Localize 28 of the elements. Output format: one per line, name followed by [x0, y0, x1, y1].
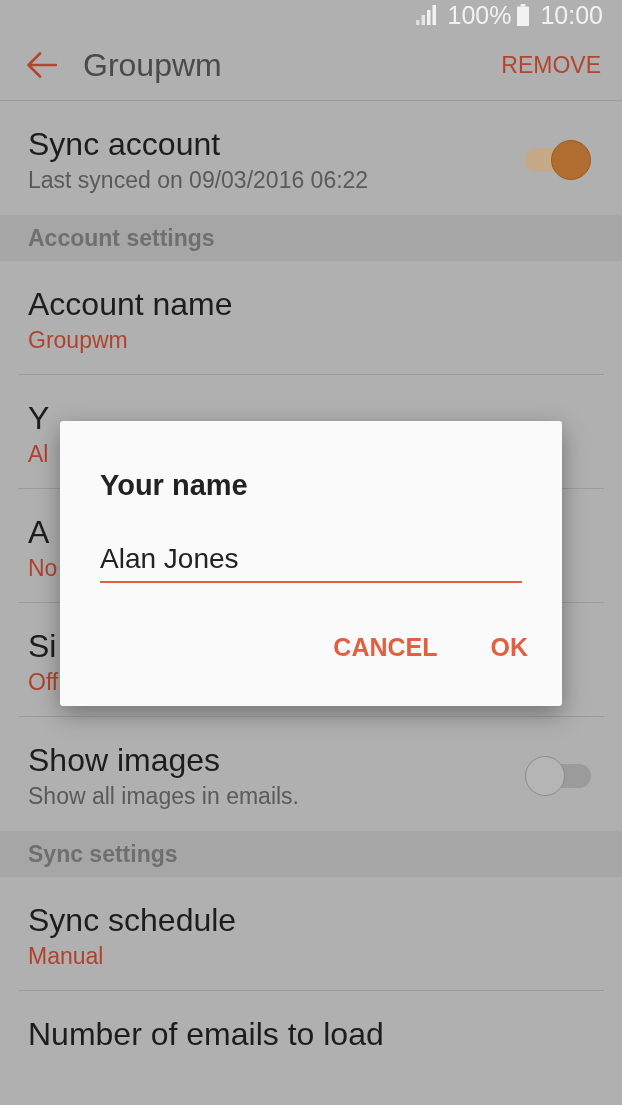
toggle-switch[interactable]: [525, 140, 591, 180]
setting-description: Last synced on 09/03/2016 06:22: [28, 166, 370, 194]
setting-description: Show all images in emails.: [28, 782, 300, 810]
setting-title: Account name: [28, 286, 233, 322]
dialog-title: Your name: [100, 468, 249, 503]
cancel-button[interactable]: CANCEL: [323, 625, 448, 669]
remove-button[interactable]: REMOVE: [501, 50, 601, 81]
setting-title: A: [28, 514, 50, 550]
back-arrow-icon[interactable]: [27, 52, 57, 79]
name-input-field[interactable]: Alan Jones: [100, 537, 522, 583]
battery-icon: [517, 4, 530, 27]
setting-title: Y: [28, 400, 50, 436]
setting-value: No: [28, 554, 58, 582]
setting-value: Groupwm: [28, 326, 128, 354]
setting-title: Si: [28, 628, 57, 664]
battery-percent: 100%: [447, 0, 512, 31]
setting-title: Sync account: [28, 126, 222, 162]
setting-title: Show images: [28, 742, 222, 778]
ok-button[interactable]: OK: [480, 625, 538, 669]
setting-title: Number of emails to load: [28, 1016, 384, 1052]
clock-time: 10:00: [540, 0, 603, 31]
toggle-switch[interactable]: [525, 756, 591, 796]
account-title: Groupwm: [83, 46, 222, 86]
setting-value: Off: [28, 668, 59, 696]
setting-title: Sync schedule: [28, 902, 237, 938]
setting-value: Manual: [28, 942, 104, 970]
signal-icon: [416, 5, 437, 26]
setting-value: Al: [28, 440, 49, 468]
